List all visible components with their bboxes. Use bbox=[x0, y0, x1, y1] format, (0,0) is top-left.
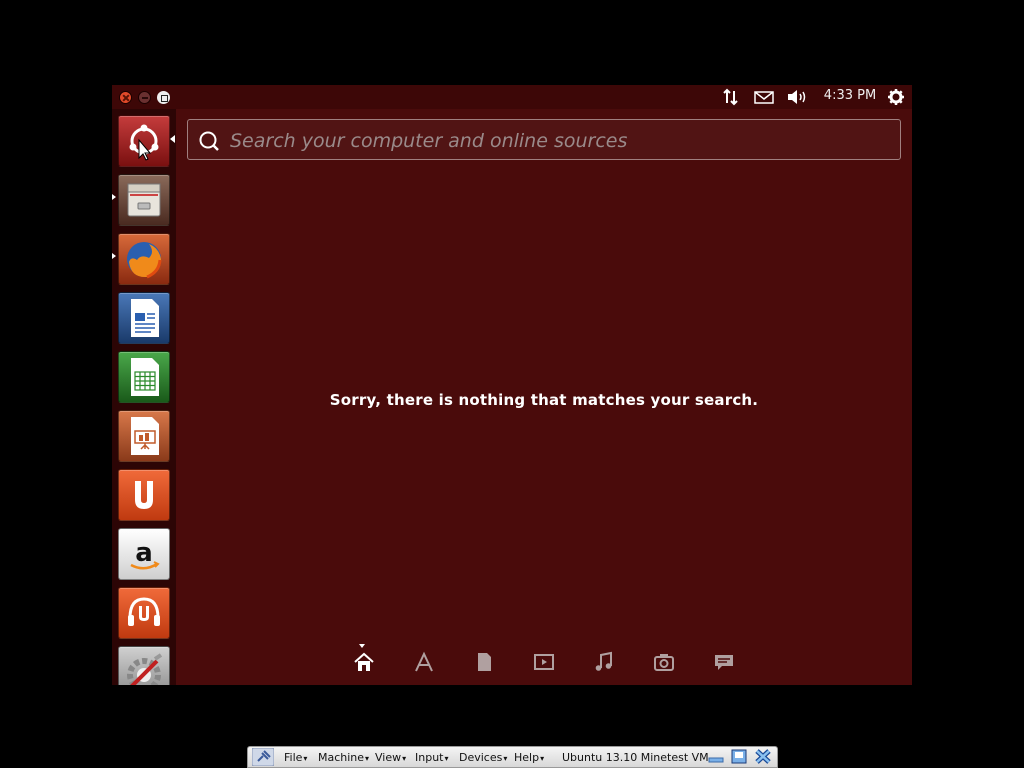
minimize-window-button[interactable] bbox=[138, 91, 151, 104]
lens-home[interactable] bbox=[352, 650, 376, 674]
close-icon[interactable] bbox=[754, 748, 772, 765]
vbox-menu-help[interactable]: Help bbox=[514, 751, 544, 764]
virtualbox-mini-toolbar: File Machine View Input Devices Help Ubu… bbox=[247, 746, 778, 768]
restore-window-icon[interactable] bbox=[731, 749, 747, 764]
vm-title: Ubuntu 13.10 Minetest VM bbox=[562, 751, 709, 764]
sound-icon[interactable] bbox=[786, 87, 808, 107]
dash-active-arrow bbox=[170, 135, 175, 143]
running-indicator bbox=[112, 253, 116, 259]
vm-screen: 4:33 PM a Search your computer and onlin… bbox=[112, 85, 912, 685]
search-input[interactable] bbox=[228, 120, 892, 161]
lens-video[interactable] bbox=[532, 650, 556, 674]
launcher-writer[interactable] bbox=[118, 292, 170, 344]
no-results-message: Sorry, there is nothing that matches you… bbox=[329, 391, 759, 409]
close-window-button[interactable] bbox=[119, 91, 132, 104]
files-icon bbox=[127, 183, 161, 217]
firefox-icon bbox=[127, 242, 162, 279]
video-icon bbox=[534, 654, 554, 670]
active-lens-indicator bbox=[359, 644, 365, 648]
lens-files[interactable] bbox=[472, 650, 496, 674]
launcher-ubuntu-one-music[interactable] bbox=[118, 587, 170, 639]
vbox-menu-file[interactable]: File bbox=[284, 751, 307, 764]
lens-applications[interactable] bbox=[412, 650, 436, 674]
lens-photos[interactable] bbox=[652, 650, 676, 674]
pin-icon[interactable] bbox=[252, 748, 274, 766]
launcher-system-settings[interactable] bbox=[118, 646, 170, 685]
lens-music[interactable] bbox=[592, 650, 616, 674]
clock[interactable]: 4:33 PM bbox=[822, 87, 878, 107]
applications-icon bbox=[415, 651, 433, 672]
settings-wrench-icon bbox=[127, 653, 163, 685]
file-icon bbox=[478, 653, 491, 671]
lens-social[interactable] bbox=[712, 650, 736, 674]
music-icon bbox=[595, 651, 612, 671]
ubuntu-logo-icon bbox=[129, 124, 159, 161]
launcher-software-center[interactable] bbox=[118, 469, 170, 521]
svg-text:a: a bbox=[135, 538, 153, 568]
impress-presentation-icon bbox=[131, 417, 159, 455]
vbox-menu-view[interactable]: View bbox=[375, 751, 406, 764]
minimize-icon[interactable] bbox=[708, 752, 724, 764]
writer-document-icon bbox=[131, 299, 159, 337]
software-center-icon bbox=[135, 481, 153, 509]
vbox-menu-devices[interactable]: Devices bbox=[459, 751, 507, 764]
amazon-icon: a bbox=[130, 538, 160, 570]
home-icon bbox=[354, 652, 374, 671]
maximize-window-button[interactable] bbox=[157, 91, 170, 104]
launcher-impress[interactable] bbox=[118, 410, 170, 462]
launcher-firefox[interactable] bbox=[118, 233, 170, 285]
network-icon[interactable] bbox=[722, 87, 740, 107]
camera-icon bbox=[654, 654, 674, 671]
vbox-menu-machine[interactable]: Machine bbox=[318, 751, 369, 764]
top-panel: 4:33 PM bbox=[112, 85, 912, 109]
headphones-icon bbox=[128, 597, 160, 626]
launcher-files[interactable] bbox=[118, 174, 170, 226]
dash-search-box[interactable] bbox=[187, 119, 901, 161]
launcher-amazon[interactable]: a bbox=[118, 528, 170, 580]
gear-icon[interactable] bbox=[887, 87, 905, 107]
launcher-dash-home[interactable] bbox=[118, 115, 170, 167]
running-indicator bbox=[112, 194, 116, 200]
messaging-icon[interactable] bbox=[754, 87, 774, 107]
social-speech-bubble-icon bbox=[715, 655, 733, 670]
vbox-menu-input[interactable]: Input bbox=[415, 751, 449, 764]
search-icon bbox=[199, 131, 219, 151]
